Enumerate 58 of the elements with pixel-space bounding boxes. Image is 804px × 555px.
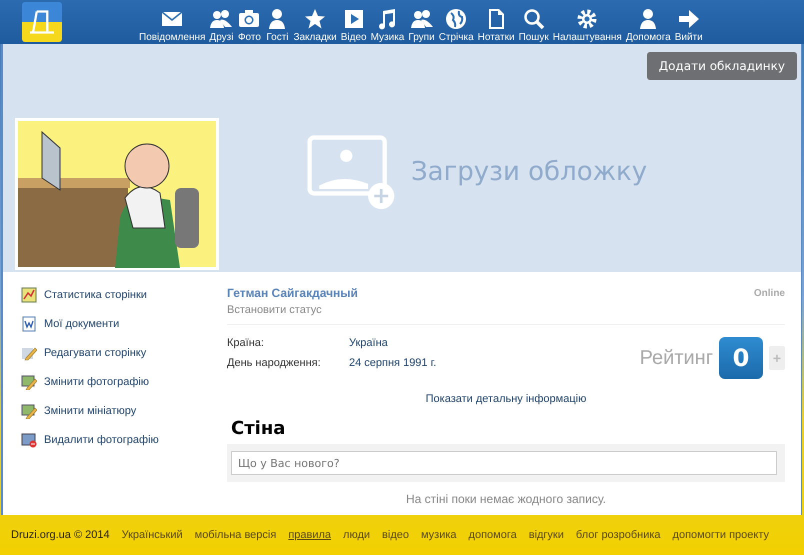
people-icon: [209, 7, 234, 31]
nav-item[interactable]: Вийти: [672, 0, 705, 44]
picture-pencil-icon: [21, 402, 37, 418]
star-icon: [303, 7, 328, 31]
nav-item[interactable]: Фото: [235, 0, 264, 44]
footer-link[interactable]: блог розробника: [576, 529, 661, 541]
nav-item[interactable]: Закладки: [291, 0, 339, 44]
nav-item[interactable]: Стрічка: [436, 0, 476, 44]
sidebar-item[interactable]: Змінити мініатюру: [21, 402, 227, 419]
rating-counter: 0: [719, 337, 763, 379]
nav-item[interactable]: Музика: [368, 0, 406, 44]
footer-link[interactable]: відгуки: [528, 529, 564, 541]
arrow-right-icon: [676, 7, 701, 31]
nav-item[interactable]: Допомога: [624, 0, 673, 44]
wall-heading: Стіна: [231, 418, 286, 439]
nav-item[interactable]: Групи: [406, 0, 437, 44]
footer-link[interactable]: люди: [343, 529, 370, 541]
logo-icon[interactable]: [22, 2, 62, 42]
search-icon: [522, 7, 546, 31]
sidebar-item[interactable]: Змінити фотографію: [21, 373, 227, 390]
sidebar-item[interactable]: Редагувати сторінку: [21, 344, 227, 361]
footer-link[interactable]: Український: [122, 529, 183, 541]
footer-link[interactable]: музика: [420, 529, 457, 541]
info-label: День народження:: [227, 357, 322, 369]
settings-icon: [575, 7, 600, 31]
sidebar-item[interactable]: Видалити фотографію: [21, 431, 227, 448]
rating-label: Рейтинг: [640, 346, 713, 370]
nav-item[interactable]: Налаштування: [550, 0, 624, 44]
user-name[interactable]: Гетман Сайгакдачный: [227, 286, 358, 300]
nav-item[interactable]: Відео: [338, 0, 369, 44]
set-status-link[interactable]: Встановити статус: [227, 304, 785, 325]
sidebar-item[interactable]: Статистика сторінки: [21, 286, 227, 303]
nav-item[interactable]: Пошук: [516, 0, 551, 44]
details-link[interactable]: Показати детальну інформацію: [426, 393, 586, 405]
chart-icon: [21, 286, 37, 302]
footer-link[interactable]: допомога: [468, 529, 517, 541]
post-input-field[interactable]: Що у Вас нового?: [231, 451, 777, 475]
document-icon: [21, 316, 37, 332]
info-value[interactable]: 24 серпня 1991 г.: [349, 357, 436, 369]
info-value[interactable]: Україна: [349, 337, 388, 349]
empty-wall-message: На стіні поки немає жодного запису.: [405, 492, 607, 506]
picture-pencil-icon: [21, 374, 37, 390]
info-label: Країна:: [227, 337, 265, 349]
footer-link[interactable]: Druzi.org.ua © 2014: [11, 529, 110, 541]
add-cover-button[interactable]: Додати обкладинку: [646, 52, 797, 80]
nav-item[interactable]: Повідомлення: [137, 0, 208, 44]
nav-item[interactable]: Друзі: [207, 0, 236, 44]
footer-link[interactable]: відео: [382, 529, 409, 541]
picture-delete-icon: [21, 432, 37, 448]
footer-link[interactable]: правила: [288, 529, 332, 541]
footer-link[interactable]: мобільна версія: [194, 529, 276, 541]
globe-icon: [444, 7, 468, 31]
nav-item[interactable]: Нотатки: [476, 0, 517, 44]
group-icon: [410, 7, 434, 31]
footer-link[interactable]: допомогти проекту: [672, 529, 769, 541]
nav-item[interactable]: Гості: [263, 0, 292, 44]
sidebar-item[interactable]: Мої документи: [21, 315, 227, 332]
online-status: Online: [754, 288, 785, 298]
